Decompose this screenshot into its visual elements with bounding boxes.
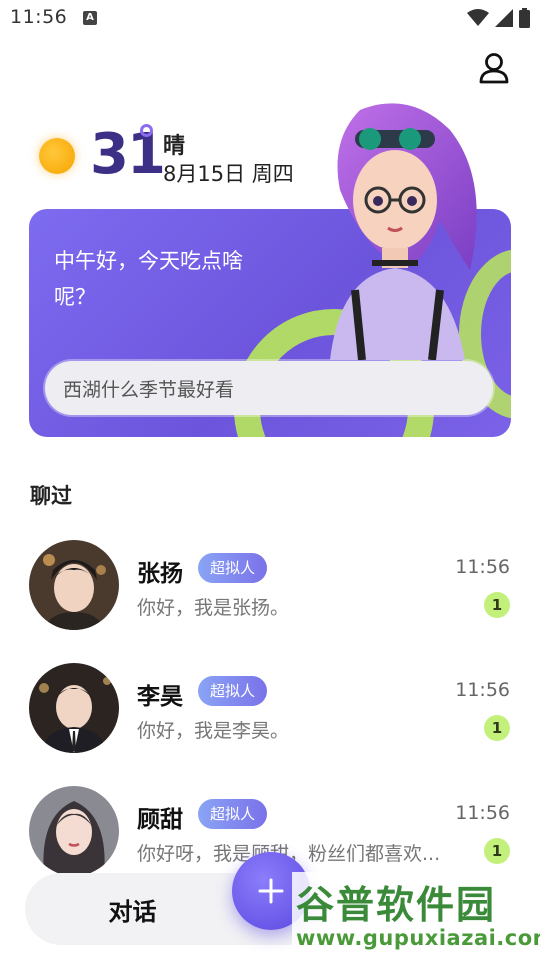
wifi-icon — [467, 9, 489, 26]
weather-date: 8月15日 周四 — [163, 162, 294, 186]
chat-preview: 你好呀，我是顾甜，粉丝们都喜欢... — [137, 843, 441, 865]
chat-name: 顾甜 — [137, 807, 183, 833]
character-illustration — [330, 103, 477, 360]
watermark-url: www.gupuxiazai.com — [296, 926, 540, 950]
unread-badge: 1 — [484, 592, 510, 618]
status-time: 11:56 — [10, 6, 68, 28]
persona-badge: 超拟人 — [198, 676, 268, 706]
search-input[interactable]: 西湖什么季节最好看 — [45, 361, 493, 415]
chat-time: 11:56 — [455, 679, 510, 701]
status-bar: 11:56 A — [0, 0, 540, 36]
plus-icon — [258, 878, 284, 904]
unread-badge: 1 — [484, 715, 510, 741]
chat-name: 李昊 — [137, 684, 183, 710]
chat-time: 11:56 — [455, 556, 510, 578]
chat-item-lihao[interactable]: 李昊 超拟人 11:56 你好，我是李昊。 1 — [0, 663, 540, 763]
notification-icon: A — [83, 11, 97, 25]
greeting-text: 中午好，今天吃点啥呢？ — [54, 249, 243, 309]
chat-preview: 你好，我是张扬。 — [137, 597, 290, 619]
battery-icon — [519, 8, 530, 28]
chat-name: 张扬 — [137, 561, 183, 587]
watermark: 谷普软件园 www.gupuxiazai.com — [292, 872, 540, 960]
tab-chat[interactable]: 对话 — [25, 873, 240, 945]
signal-icon — [495, 9, 513, 27]
chat-item-zhangyang[interactable]: 张扬 超拟人 11:56 你好，我是张扬。 1 — [0, 540, 540, 640]
persona-badge: 超拟人 — [198, 553, 268, 583]
user-icon — [479, 53, 509, 84]
persona-badge: 超拟人 — [198, 799, 268, 829]
unread-badge: 1 — [484, 838, 510, 864]
sun-icon — [39, 138, 75, 174]
watermark-title: 谷普软件园 — [296, 883, 497, 927]
avatar — [29, 663, 119, 753]
avatar — [29, 786, 119, 876]
weather-condition: 晴 — [163, 134, 186, 159]
status-icons — [467, 8, 530, 28]
section-title: 聊过 — [30, 484, 72, 508]
chat-time: 11:56 — [455, 802, 510, 824]
profile-button[interactable] — [474, 48, 514, 88]
chat-preview: 你好，我是李昊。 — [137, 720, 290, 742]
avatar — [29, 540, 119, 630]
degree-symbol — [140, 124, 153, 137]
